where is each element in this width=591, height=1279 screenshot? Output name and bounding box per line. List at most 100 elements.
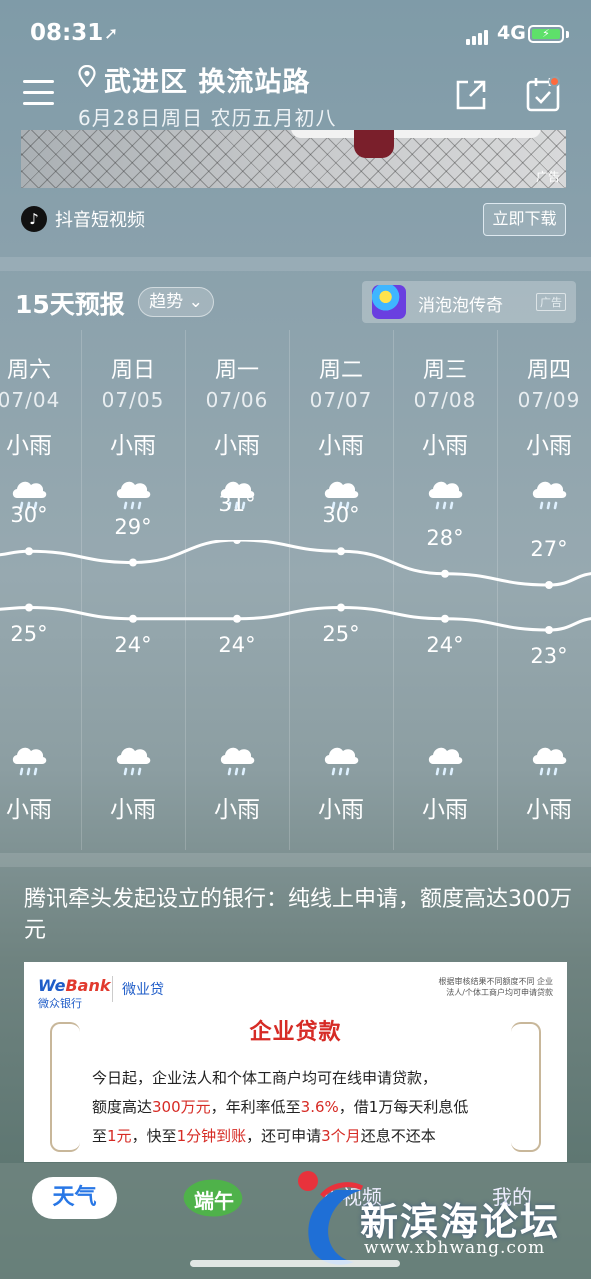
rain-cloud-icon: [81, 740, 185, 790]
notification-dot: [549, 76, 560, 87]
ad-source: ♪ 抖音短视频: [21, 204, 145, 234]
loan-body: 今日起，企业法人和个体工商户均可在线申请贷款， 额度高达300万元，年利率低至3…: [92, 1064, 502, 1151]
day-condition: 小雨: [214, 433, 260, 459]
forecast-night: 小雨: [81, 740, 185, 824]
date: 07/07: [309, 388, 373, 412]
forecast-day[interactable]: 周一 07/06 小雨: [185, 352, 289, 514]
section-divider-2: [0, 853, 591, 867]
high-temp-point: [129, 558, 137, 567]
forecast-night: 小雨: [0, 740, 81, 824]
news-ad-card[interactable]: WeBank 微众银行 微业贷 根据审核结果不同额度不同 企业法人/个体工商户均…: [24, 962, 567, 1162]
game-ad[interactable]: 消泡泡传奇 广告: [362, 281, 576, 323]
watermark-url: www.xbhwang.com: [364, 1238, 546, 1258]
forecast-night: 小雨: [497, 740, 591, 824]
status-bar: 08:31 ➚ 4G ⚡: [0, 0, 591, 56]
high-temp-point: [337, 547, 345, 556]
rain-cloud-icon: [289, 740, 393, 790]
low-temp-line: [0, 605, 591, 632]
ad-image-bow: [354, 130, 394, 158]
location-arrow-icon: ➚: [104, 24, 119, 44]
loan-body-line-2: 额度高达300万元，年利率低至3.6%，借1万每天利息低: [92, 1098, 469, 1116]
ad-image-card: [291, 130, 541, 138]
download-button[interactable]: 立即下载: [483, 203, 566, 236]
forecast-night: 小雨: [289, 740, 393, 824]
forecast-day[interactable]: 周日 07/05 小雨: [81, 352, 185, 514]
ad-tag: 广告: [535, 170, 560, 184]
weekday: 周六: [6, 358, 51, 383]
signal-icon: [466, 26, 490, 45]
header: 武进区 换流站路 6月28日周日 农历五月初八: [0, 56, 591, 136]
battery-icon: ⚡: [528, 25, 564, 43]
day-condition: 小雨: [110, 433, 156, 459]
day-condition: 小雨: [318, 433, 364, 459]
status-time: 08:31: [30, 20, 104, 46]
rain-cloud-icon: [497, 474, 591, 514]
night-condition: 小雨: [318, 797, 364, 823]
rain-cloud-icon: [185, 740, 289, 790]
date: 07/04: [0, 388, 61, 412]
date: 07/08: [413, 388, 477, 412]
forecast-day[interactable]: 周二 07/07 小雨: [289, 352, 393, 514]
night-condition: 小雨: [422, 797, 468, 823]
brand-separator: [112, 976, 113, 1002]
loan-body-line-1: 今日起，企业法人和个体工商户均可在线申请贷款，: [92, 1069, 438, 1087]
temperature-chart: [0, 540, 591, 634]
weekday: 周一: [214, 358, 259, 383]
low-temp-point: [25, 603, 33, 612]
high-temp-label: 28°: [426, 525, 464, 550]
high-temp-label: 31°: [218, 492, 256, 516]
night-condition: 小雨: [526, 797, 572, 823]
day-condition: 小雨: [526, 433, 572, 459]
trend-button[interactable]: 趋势 ⌄: [138, 287, 214, 317]
low-temp-point: [545, 626, 553, 634]
network-type: 4G: [497, 22, 526, 44]
weekday: 周日: [110, 358, 155, 383]
forecast-day[interactable]: 周六 07/04 小雨: [0, 352, 81, 514]
high-temp-label: 29°: [114, 514, 152, 539]
chevron-down-icon: ⌄: [188, 292, 203, 312]
ad-source-name: 抖音短视频: [55, 210, 145, 231]
game-ad-name: 消泡泡传奇: [418, 296, 503, 316]
rain-cloud-icon: [497, 740, 591, 790]
low-temp-point: [233, 614, 241, 623]
share-icon[interactable]: [454, 78, 488, 112]
date: 07/05: [101, 388, 165, 412]
game-icon: [372, 285, 406, 319]
rain-cloud-icon: [81, 474, 185, 514]
date-line: 6月28日周日 农历五月初八: [78, 106, 337, 130]
section-divider: [0, 257, 591, 271]
nav-duanwu[interactable]: 端午: [180, 1173, 250, 1223]
ad-banner-image[interactable]: 广告: [21, 130, 566, 188]
low-temp-label: 25°: [10, 621, 48, 646]
high-temp-label: 30°: [322, 503, 360, 528]
menu-icon[interactable]: [23, 80, 54, 106]
night-condition: 小雨: [214, 797, 260, 823]
home-indicator[interactable]: [190, 1260, 400, 1267]
day-condition: 小雨: [6, 433, 52, 459]
nav-weather[interactable]: 天气: [32, 1177, 117, 1219]
date: 07/06: [205, 388, 269, 412]
high-temp-label: 30°: [10, 503, 48, 528]
forecast-day[interactable]: 周四 07/09 小雨: [497, 352, 591, 514]
brand-en-b: Bank: [65, 976, 111, 995]
loan-headline: 企业贷款: [249, 1020, 342, 1045]
news-title[interactable]: 腾讯牵头发起设立的银行：纯线上申请，额度高达300万元: [24, 884, 572, 946]
webank-logo: WeBank 微众银行: [38, 976, 111, 1011]
low-temp-label: 25°: [322, 621, 360, 646]
weekday: 周二: [318, 358, 363, 383]
brand-cn: 微众银行: [38, 997, 82, 1010]
high-temp-point: [25, 547, 33, 556]
rain-cloud-icon: [393, 474, 497, 514]
location-title[interactable]: 武进区 换流站路: [104, 60, 310, 99]
night-condition: 小雨: [110, 797, 156, 823]
weekday: 周三: [422, 358, 467, 383]
brand-en-a: We: [38, 976, 66, 995]
low-temp-label: 24°: [114, 632, 152, 657]
high-temp-line: [0, 540, 591, 587]
nav-duanwu-label: 端午: [194, 1189, 234, 1213]
forecast-day[interactable]: 周三 07/08 小雨: [393, 352, 497, 514]
high-temp-point: [441, 569, 449, 578]
low-temp-label: 24°: [218, 632, 256, 657]
low-temp-point: [441, 614, 449, 623]
low-temp-point: [129, 614, 137, 623]
